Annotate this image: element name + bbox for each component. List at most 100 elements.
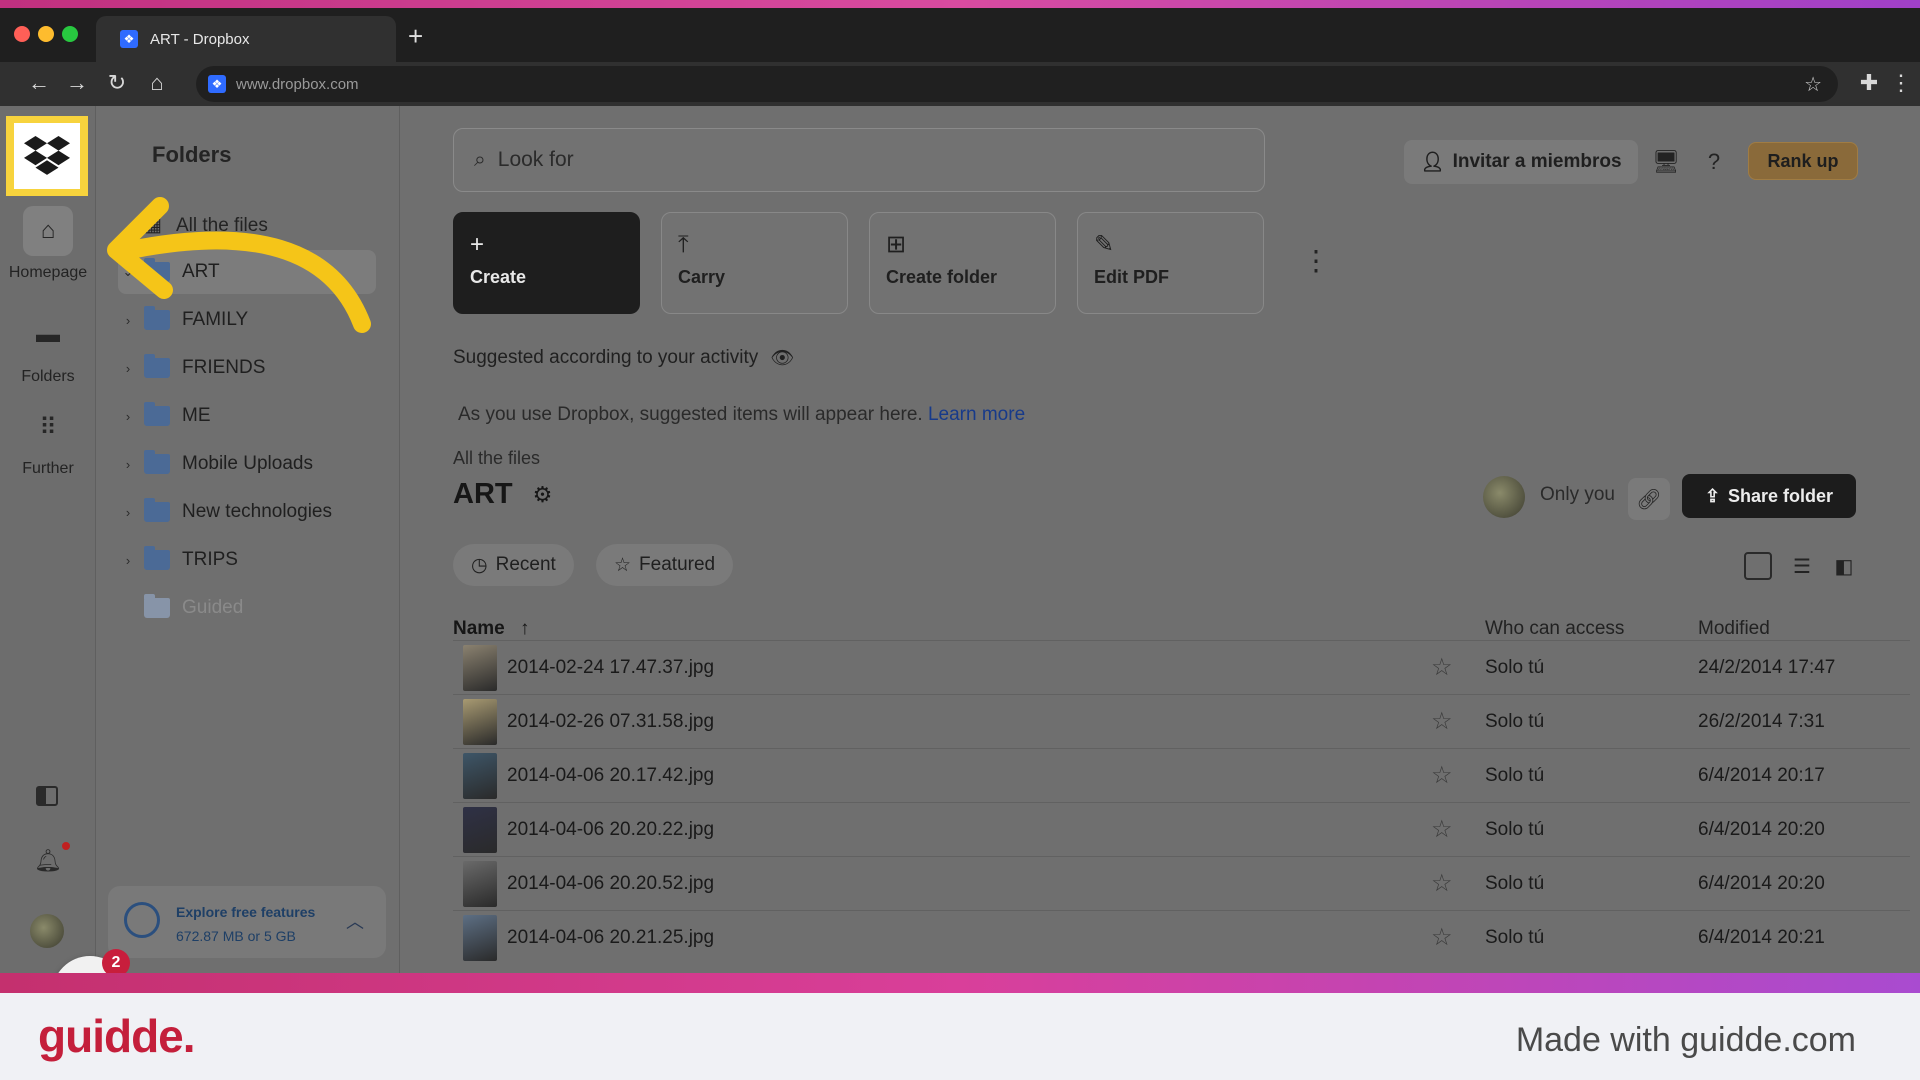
- chevron-right-icon[interactable]: ›: [118, 553, 138, 568]
- tab-strip: ❖ ART - Dropbox +: [0, 8, 1920, 62]
- filter-featured-label: Featured: [639, 554, 716, 575]
- new-tab-icon[interactable]: +: [408, 23, 423, 49]
- more-options-icon[interactable]: ⋮: [1302, 244, 1330, 277]
- folder-icon: [144, 594, 170, 618]
- filter-recent-chip[interactable]: ◷ Recent: [453, 544, 574, 586]
- table-row[interactable]: 2014-04-06 20.20.52.jpg ☆ Solo tú 6/4/2014 …: [453, 856, 1910, 910]
- back-icon[interactable]: ←: [26, 70, 52, 96]
- create-button[interactable]: + Create: [453, 212, 640, 314]
- made-with-guidde-text: Made with guidde.com: [1515, 1021, 1856, 1059]
- folder-tree-item-mobile-uploads[interactable]: › Mobile Uploads: [118, 442, 376, 486]
- desktop-app-icon[interactable]: 🖥︎: [1652, 148, 1680, 176]
- column-header-access[interactable]: Who can access: [1485, 618, 1624, 640]
- file-name[interactable]: 2014-04-06 20.17.42.jpg: [507, 765, 714, 787]
- browser-menu-icon[interactable]: ⋮: [1888, 70, 1914, 96]
- star-icon[interactable]: ☆: [1431, 815, 1453, 844]
- folder-tree-item-guided[interactable]: Guided: [118, 586, 376, 630]
- file-name[interactable]: 2014-04-06 20.20.22.jpg: [507, 819, 714, 841]
- table-row[interactable]: 2014-04-06 20.17.42.jpg ☆ Solo tú 6/4/2014 …: [453, 748, 1910, 802]
- eye-icon[interactable]: 👁︎: [770, 346, 794, 370]
- file-name[interactable]: 2014-04-06 20.20.52.jpg: [507, 873, 714, 895]
- folder-tree-item-new-technologies[interactable]: › New technologies: [118, 490, 376, 534]
- close-window-button[interactable]: [14, 26, 30, 42]
- main-content: ⌕ Look for 👤︎ Invitar a miembros 🖥︎ ? Ra…: [400, 106, 1920, 973]
- settings-gear-icon[interactable]: ⚙: [533, 482, 553, 508]
- chevron-up-icon[interactable]: ︿: [346, 908, 364, 934]
- create-folder-button[interactable]: ⊞ Create folder: [869, 212, 1056, 314]
- bottom-gradient-bar: [0, 973, 1920, 993]
- user-avatar[interactable]: [30, 914, 64, 948]
- filter-featured-chip[interactable]: ☆ Featured: [596, 544, 734, 586]
- star-icon[interactable]: ☆: [1431, 923, 1453, 952]
- star-icon[interactable]: ☆: [1431, 707, 1453, 736]
- file-name[interactable]: 2014-02-26 07.31.58.jpg: [507, 711, 714, 733]
- file-modified: 6/4/2014 20:20: [1698, 819, 1825, 840]
- search-placeholder: Look for: [497, 148, 574, 171]
- search-input[interactable]: ⌕ Look for: [453, 128, 1265, 192]
- help-icon[interactable]: ?: [1700, 148, 1728, 176]
- rank-up-button[interactable]: Rank up: [1748, 142, 1858, 180]
- dropbox-logo[interactable]: [14, 123, 80, 189]
- star-icon[interactable]: ☆: [1431, 761, 1453, 790]
- sidebar-view-icon[interactable]: ◧: [1830, 552, 1858, 580]
- carry-button[interactable]: ⤒ Carry: [661, 212, 848, 314]
- create-label: Create: [470, 267, 527, 287]
- breadcrumb[interactable]: All the files: [453, 448, 540, 469]
- star-icon[interactable]: ☆: [1431, 653, 1453, 682]
- file-name[interactable]: 2014-02-24 17.47.37.jpg: [507, 657, 714, 679]
- table-row[interactable]: 2014-04-06 20.21.25.jpg ☆ Solo tú 6/4/2014 …: [453, 910, 1910, 964]
- table-row[interactable]: 2014-04-06 20.20.22.jpg ☆ Solo tú 6/4/2014 …: [453, 802, 1910, 856]
- folder-tree-item-me[interactable]: › ME: [118, 394, 376, 438]
- share-folder-button[interactable]: ⇪ Share folder: [1682, 474, 1856, 518]
- dropbox-app: ⌂ Homepage ▬ Folders ⠿ Further 🔔︎ Folder…: [0, 106, 1920, 973]
- suggested-note: As you use Dropbox, suggested items will…: [458, 404, 1025, 426]
- table-row[interactable]: 2014-02-26 07.31.58.jpg ☆ Solo tú 26/2/2014…: [453, 694, 1910, 748]
- pencil-icon: ✎: [1094, 231, 1115, 258]
- home-icon[interactable]: ⌂: [144, 70, 170, 96]
- storage-card[interactable]: Explore free features 672.87 MB or 5 GB …: [108, 886, 386, 958]
- column-header-name[interactable]: Name ↑: [453, 618, 530, 640]
- file-name[interactable]: 2014-04-06 20.21.25.jpg: [507, 927, 714, 949]
- minimize-window-button[interactable]: [38, 26, 54, 42]
- clock-icon: ◷: [471, 554, 488, 576]
- star-icon[interactable]: ☆: [1431, 869, 1453, 898]
- copy-link-icon[interactable]: 🔗︎: [1628, 478, 1670, 520]
- address-bar[interactable]: ❖ www.dropbox.com ☆: [196, 66, 1838, 102]
- folder-icon: [144, 450, 170, 474]
- bell-icon[interactable]: 🔔︎: [34, 848, 62, 874]
- suggested-header: Suggested according to your activity 👁︎: [453, 346, 794, 370]
- url-text: www.dropbox.com: [236, 75, 359, 93]
- bookmark-star-icon[interactable]: ☆: [1804, 72, 1822, 97]
- page-title: ART ⚙: [453, 478, 552, 511]
- extensions-icon[interactable]: ✚: [1856, 70, 1882, 96]
- folder-tree-item-trips[interactable]: › TRIPS: [118, 538, 376, 582]
- file-access: Solo tú: [1485, 927, 1545, 948]
- file-modified: 6/4/2014 20:21: [1698, 927, 1825, 948]
- invite-members-label: Invitar a miembros: [1452, 151, 1622, 172]
- chevron-right-icon[interactable]: ›: [118, 409, 138, 424]
- maximize-window-button[interactable]: [62, 26, 78, 42]
- file-modified: 26/2/2014 7:31: [1698, 711, 1825, 732]
- apps-grid-icon: ⠿: [39, 413, 57, 441]
- chevron-right-icon[interactable]: ›: [118, 505, 138, 520]
- file-thumbnail: [463, 807, 497, 853]
- edit-pdf-button[interactable]: ✎ Edit PDF: [1077, 212, 1264, 314]
- grid-view-icon[interactable]: [1744, 552, 1772, 580]
- dropbox-logo-highlight[interactable]: [6, 116, 88, 196]
- table-row[interactable]: 2014-02-24 17.47.37.jpg ☆ Solo tú 24/2/2014…: [453, 640, 1910, 694]
- column-header-modified[interactable]: Modified: [1698, 618, 1770, 640]
- folder-icon: [144, 498, 170, 522]
- list-view-icon[interactable]: ☰: [1788, 552, 1816, 580]
- forward-icon[interactable]: →: [64, 70, 90, 96]
- panel-toggle-icon[interactable]: [36, 786, 58, 806]
- reload-icon[interactable]: ↻: [104, 70, 130, 96]
- rail-further[interactable]: ⠿ Further: [0, 402, 96, 478]
- rail-folders[interactable]: ▬ Folders: [0, 310, 96, 386]
- file-access: Solo tú: [1485, 657, 1545, 678]
- top-gradient-bar: [0, 0, 1920, 8]
- invite-members-button[interactable]: 👤︎ Invitar a miembros: [1404, 140, 1638, 184]
- chevron-right-icon[interactable]: ›: [118, 457, 138, 472]
- browser-tab[interactable]: ❖ ART - Dropbox: [96, 16, 396, 62]
- rail-homepage[interactable]: ⌂ Homepage: [0, 206, 96, 282]
- learn-more-link[interactable]: Learn more: [928, 404, 1025, 425]
